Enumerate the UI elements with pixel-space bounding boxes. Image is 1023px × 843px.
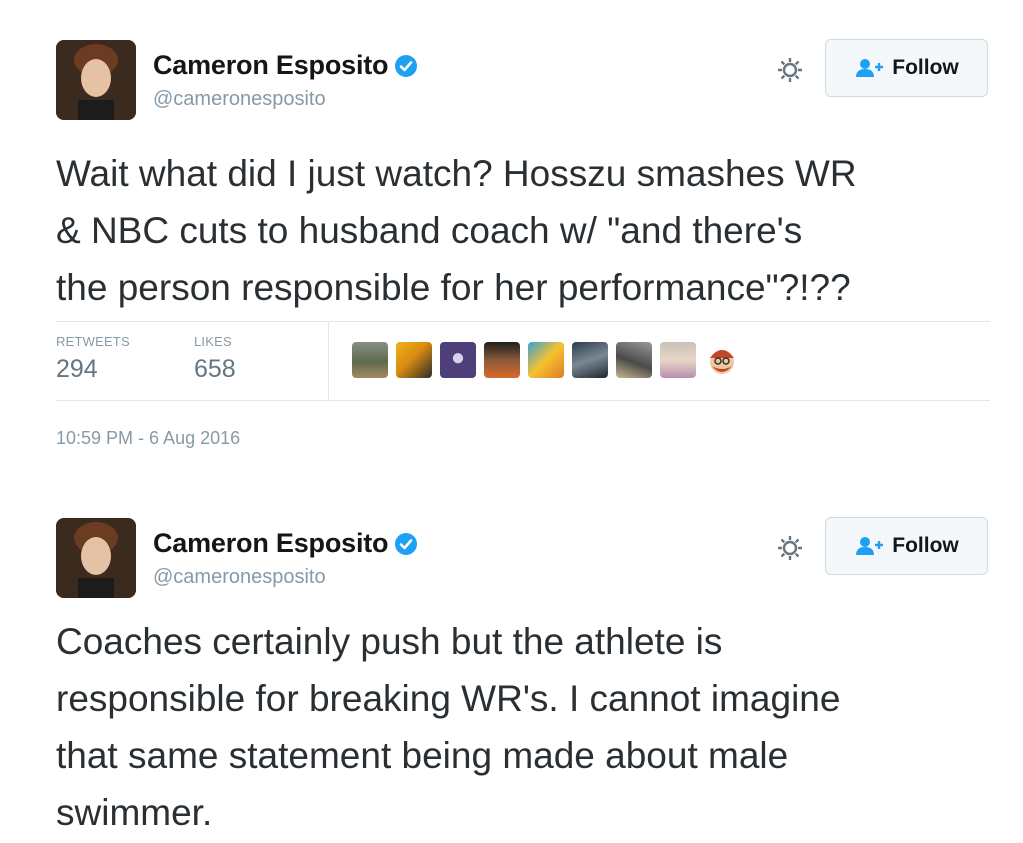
author-name[interactable]: Cameron Esposito — [153, 528, 389, 559]
follow-button[interactable]: Follow — [825, 39, 988, 97]
liker-avatar[interactable] — [396, 342, 432, 378]
retweets-count: 294 — [56, 355, 98, 383]
likes-label: LIKES — [194, 334, 232, 349]
tweet-text-line: swimmer. — [56, 792, 213, 833]
author-row: Cameron Esposito — [153, 528, 418, 559]
verified-badge-icon — [395, 532, 418, 555]
likes-stat[interactable]: LIKES 658 — [194, 334, 236, 384]
liker-avatar[interactable] — [440, 342, 476, 378]
liker-avatar[interactable] — [484, 342, 520, 378]
author-handle[interactable]: @cameronesposito — [153, 566, 326, 589]
tweet-2: Cameron Esposito @cameronesposito Follow… — [0, 478, 1023, 843]
tweet-text-line: that same statement being made about mal… — [56, 735, 789, 776]
avatar-image — [56, 40, 136, 120]
author-row: Cameron Esposito — [153, 50, 418, 81]
retweets-stat[interactable]: RETWEETS 294 — [56, 334, 130, 384]
tweet-text-line: responsible for breaking WR's. I cannot … — [56, 678, 841, 719]
tweet-text: Coaches certainly push but the athlete i… — [56, 613, 996, 841]
gear-icon[interactable] — [775, 55, 805, 85]
tweet-text-line: the person responsible for her performan… — [56, 267, 851, 308]
tweet-text: Wait what did I just watch? Hosszu smash… — [56, 145, 996, 316]
author-name[interactable]: Cameron Esposito — [153, 50, 389, 81]
avatar-image — [56, 518, 136, 598]
liker-avatars — [352, 342, 748, 378]
tweet-1: Cameron Esposito @cameronesposito Follow… — [0, 0, 1023, 470]
author-handle[interactable]: @cameronesposito — [153, 88, 326, 111]
tweet-text-line: Coaches certainly push but the athlete i… — [56, 621, 723, 662]
tweet-text-line: Wait what did I just watch? Hosszu smash… — [56, 153, 857, 194]
liker-avatar[interactable] — [704, 342, 740, 378]
avatar[interactable] — [56, 40, 136, 120]
tweet-stats: RETWEETS 294 LIKES 658 — [56, 321, 990, 401]
liker-avatar[interactable] — [572, 342, 608, 378]
tweet-text-line: & NBC cuts to husband coach w/ "and ther… — [56, 210, 803, 251]
cartoon-face-icon — [710, 350, 734, 374]
gear-icon[interactable] — [775, 533, 805, 563]
liker-avatar[interactable] — [528, 342, 564, 378]
liker-avatar[interactable] — [616, 342, 652, 378]
tweet-timestamp[interactable]: 10:59 PM - 6 Aug 2016 — [56, 428, 240, 449]
avatar[interactable] — [56, 518, 136, 598]
liker-avatar[interactable] — [660, 342, 696, 378]
retweets-label: RETWEETS — [56, 334, 130, 349]
add-person-icon — [856, 537, 884, 555]
verified-badge-icon — [395, 54, 418, 77]
likes-count: 658 — [194, 355, 236, 383]
stats-divider — [328, 322, 329, 400]
liker-avatar[interactable] — [352, 342, 388, 378]
follow-button[interactable]: Follow — [825, 517, 988, 575]
add-person-icon — [856, 59, 884, 77]
follow-label: Follow — [892, 534, 959, 557]
follow-label: Follow — [892, 56, 959, 79]
